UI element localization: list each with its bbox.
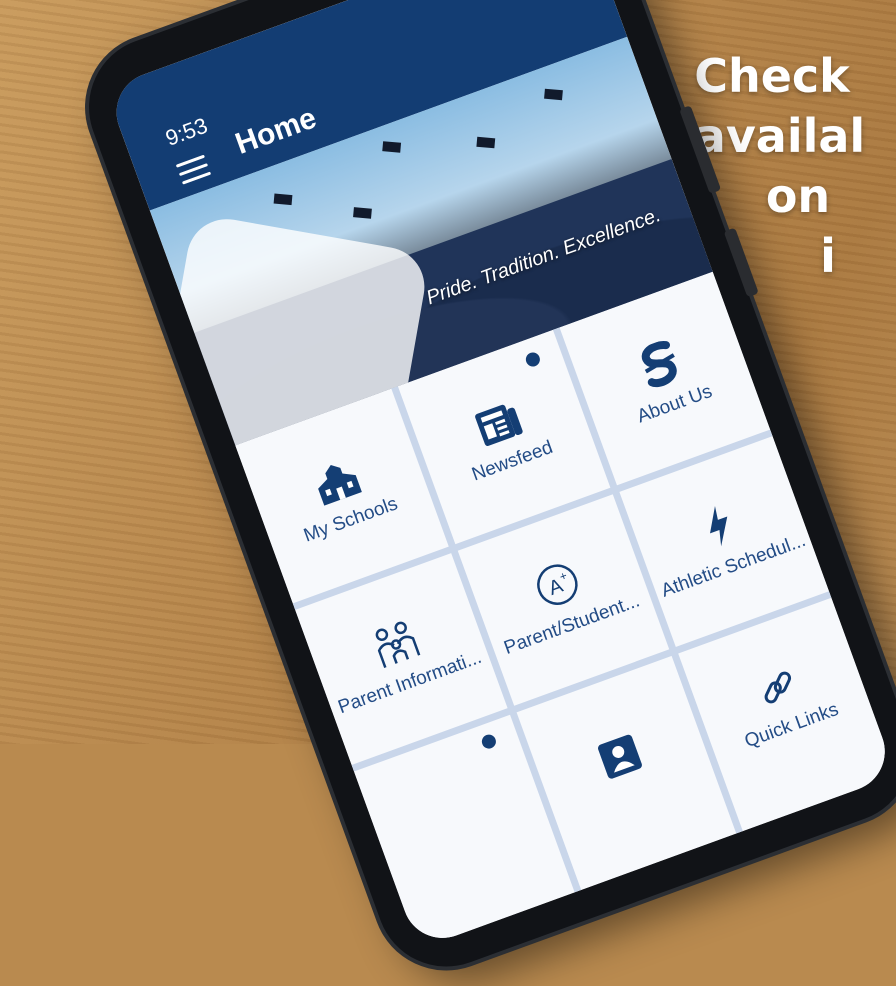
overlay-line-1: Check: [694, 49, 850, 103]
notification-dot: [479, 732, 498, 751]
tile-label: About Us: [634, 380, 716, 428]
a-plus-icon: A +: [529, 557, 585, 613]
school-logo-icon: [634, 337, 687, 392]
status-time: 9:53: [162, 112, 211, 151]
menu-icon[interactable]: [175, 154, 212, 186]
link-icon: [752, 662, 803, 713]
contact-card-icon: [594, 731, 645, 782]
notification-dot: [523, 350, 542, 369]
newspaper-icon: [471, 397, 526, 450]
tile-label: My Schools: [301, 493, 401, 547]
tile-label: Quick Links: [741, 698, 842, 753]
lightning-bolt-icon: [697, 500, 740, 552]
family-icon: [366, 616, 425, 672]
school-building-icon: [309, 456, 364, 509]
